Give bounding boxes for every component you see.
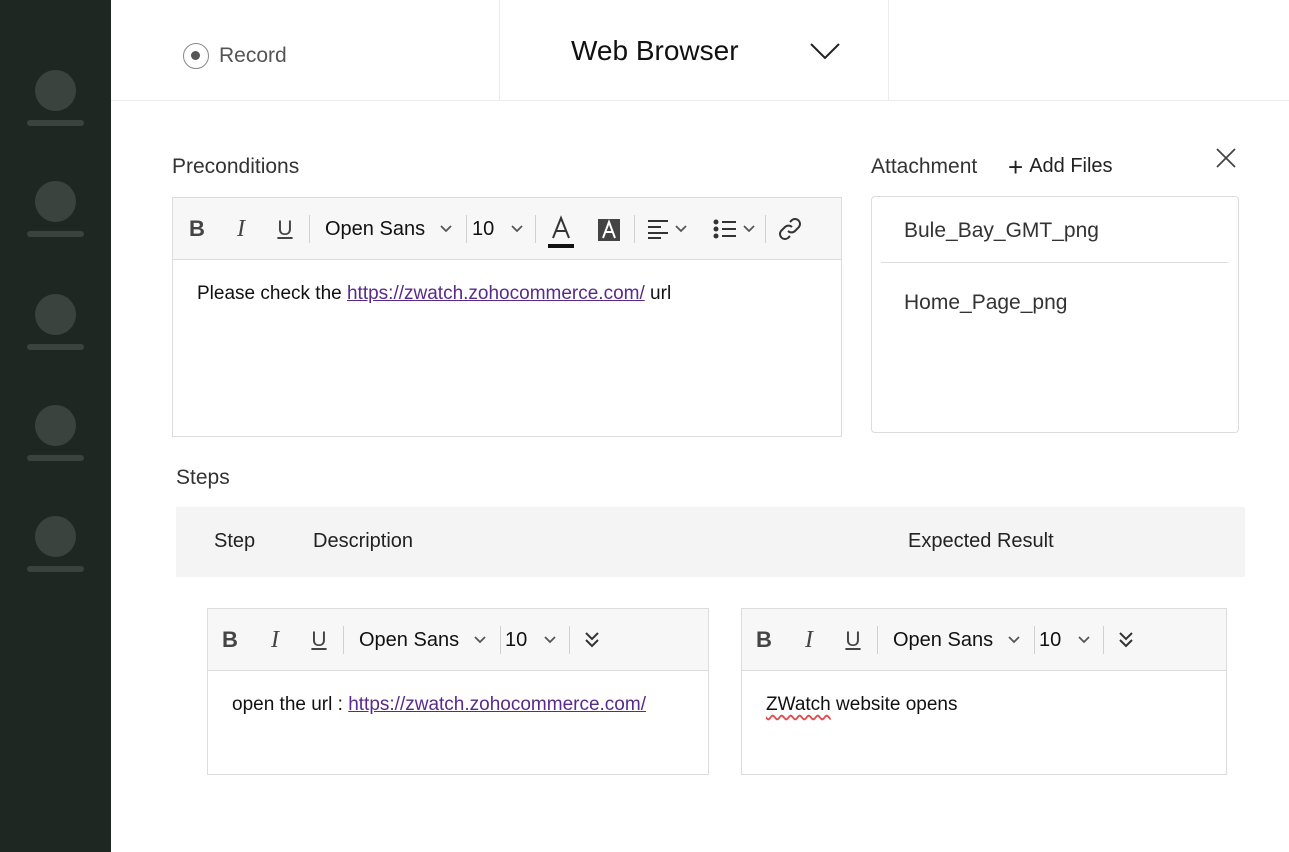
divider <box>888 0 889 101</box>
attachment-label: Attachment <box>871 155 978 178</box>
bold-button[interactable]: B <box>218 609 242 671</box>
url-link[interactable]: https://zwatch.zohocommerce.com/ <box>348 694 646 715</box>
column-expected-result: Expected Result <box>908 530 1054 552</box>
content-text: open the url : <box>232 694 349 715</box>
font-value: Open Sans <box>893 628 994 651</box>
attachment-item[interactable]: Home_Page_png <box>904 291 1067 315</box>
italic-button[interactable]: I <box>263 609 287 671</box>
editor-toolbar: B I U Open Sans 10 <box>173 198 841 260</box>
more-tools-button[interactable] <box>1114 609 1138 671</box>
add-files-button[interactable]: + Add Files <box>1008 151 1113 182</box>
preconditions-editor: B I U Open Sans 10 Please check the http… <box>172 197 842 437</box>
preconditions-label: Preconditions <box>172 155 300 178</box>
sidebar <box>0 0 111 852</box>
bold-button[interactable]: B <box>752 609 776 671</box>
column-step: Step <box>214 530 256 552</box>
editor-toolbar: B I U Open Sans 10 <box>208 609 708 671</box>
list-select[interactable] <box>709 198 759 260</box>
description-editor: B I U Open Sans 10 open the url : https:… <box>207 608 709 775</box>
chevron-down-icon <box>511 225 523 233</box>
link-button[interactable] <box>775 198 805 260</box>
sidebar-item-3[interactable] <box>27 294 84 354</box>
font-size-value: 10 <box>472 217 495 240</box>
record-toggle[interactable]: Record <box>183 43 287 69</box>
content-text: url <box>644 283 672 304</box>
close-icon[interactable] <box>1214 146 1238 170</box>
align-icon <box>648 220 668 239</box>
browser-label: Web Browser <box>571 35 739 66</box>
link-icon <box>779 218 801 240</box>
font-select[interactable]: Open Sans <box>893 609 1027 671</box>
browser-select[interactable]: Web Browser <box>499 0 888 101</box>
italic-button[interactable]: I <box>797 609 821 671</box>
sidebar-item-4[interactable] <box>27 405 84 465</box>
sidebar-item-5[interactable] <box>27 516 84 576</box>
steps-label: Steps <box>176 466 230 489</box>
align-select[interactable] <box>643 198 691 260</box>
expand-more-icon <box>585 632 599 648</box>
preconditions-content[interactable]: Please check the https://zwatch.zohocomm… <box>173 260 841 328</box>
chevron-down-icon <box>743 225 755 233</box>
font-size-select[interactable]: 10 <box>1039 609 1097 671</box>
expected-result-editor: B I U Open Sans 10 ZWatch website opens <box>741 608 1227 775</box>
chevron-down-icon <box>1078 636 1090 644</box>
text-color-icon[interactable] <box>547 214 575 250</box>
content-text: website opens <box>830 694 958 715</box>
record-label: Record <box>219 44 287 67</box>
bold-button[interactable]: B <box>185 198 209 260</box>
add-files-label: Add Files <box>1029 155 1113 177</box>
url-link[interactable]: https://zwatch.zohocommerce.com/ <box>347 283 645 304</box>
expand-more-icon <box>1119 632 1133 648</box>
chevron-down-icon <box>544 636 556 644</box>
font-size-value: 10 <box>1039 628 1062 651</box>
font-size-value: 10 <box>505 628 528 651</box>
chevron-down-icon <box>675 225 687 233</box>
underline-button[interactable]: U <box>841 609 865 671</box>
top-bar: Record Web Browser <box>111 0 1289 101</box>
chevron-down-icon <box>440 225 452 233</box>
more-tools-button[interactable] <box>580 609 604 671</box>
chevron-down-icon <box>1008 636 1020 644</box>
chevron-down-icon[interactable] <box>809 40 841 62</box>
font-select[interactable]: Open Sans <box>359 609 493 671</box>
column-description: Description <box>313 530 414 552</box>
underline-button[interactable]: U <box>307 609 331 671</box>
italic-button[interactable]: I <box>229 198 253 260</box>
description-content[interactable]: open the url : https://zwatch.zohocommer… <box>208 671 708 739</box>
radio-icon[interactable] <box>183 43 209 69</box>
sidebar-item-2[interactable] <box>27 181 84 241</box>
expected-result-content[interactable]: ZWatch website opens <box>742 671 1226 739</box>
font-value: Open Sans <box>325 217 426 240</box>
divider <box>881 262 1228 263</box>
misspelled-word: ZWatch <box>766 694 831 715</box>
attachment-item[interactable]: Bule_Bay_GMT_png <box>904 219 1099 243</box>
font-select[interactable]: Open Sans <box>325 198 459 260</box>
plus-icon: + <box>1008 151 1024 182</box>
chevron-down-icon <box>474 636 486 644</box>
list-icon <box>713 219 736 239</box>
content-text: Please check the <box>197 283 347 304</box>
sidebar-item-1[interactable] <box>27 70 84 130</box>
editor-toolbar: B I U Open Sans 10 <box>742 609 1226 671</box>
font-size-select[interactable]: 10 <box>505 609 563 671</box>
font-size-select[interactable]: 10 <box>472 198 530 260</box>
steps-table-header: Step Description Expected Result <box>176 507 1245 577</box>
font-value: Open Sans <box>359 628 460 651</box>
attachment-list: Bule_Bay_GMT_png Home_Page_png <box>871 196 1239 433</box>
highlight-icon[interactable] <box>597 218 621 242</box>
underline-button[interactable]: U <box>273 198 297 260</box>
